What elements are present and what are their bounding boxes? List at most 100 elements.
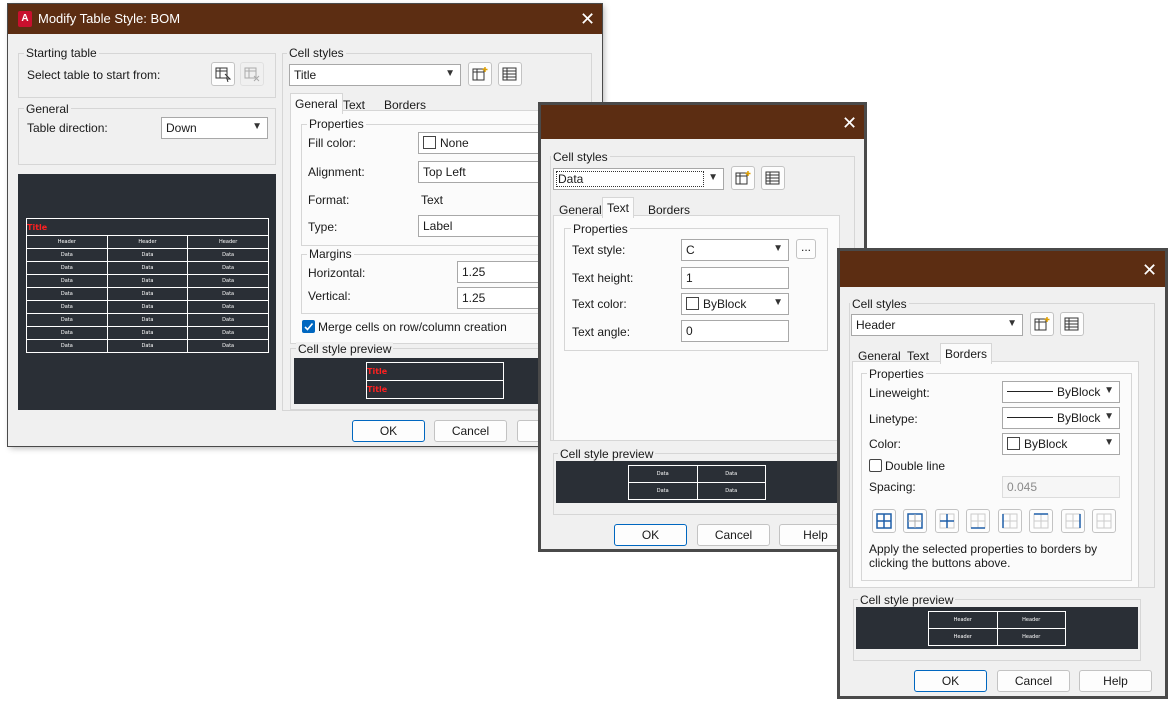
tab-borders[interactable]: Borders bbox=[380, 95, 430, 115]
type-combo[interactable]: Label bbox=[418, 215, 542, 237]
borders-tab-text[interactable]: Text bbox=[903, 346, 933, 366]
select-table-icon bbox=[215, 67, 231, 82]
main-ok-button[interactable]: OK bbox=[352, 420, 425, 442]
text-height-value: 1 bbox=[686, 271, 693, 285]
text-cell-styles-value: Data bbox=[556, 171, 704, 187]
text-manage-cell-styles-button[interactable] bbox=[761, 166, 785, 190]
spacing-label: Spacing: bbox=[869, 480, 916, 494]
borders-cell-styles-value: Header bbox=[856, 318, 896, 332]
chevron-down-icon: ▼ bbox=[1104, 411, 1114, 422]
tab-text[interactable]: Text bbox=[339, 95, 369, 115]
fill-color-combo[interactable]: None bbox=[418, 132, 542, 154]
borders-close-icon[interactable]: ✕ bbox=[1142, 261, 1157, 279]
tab-general[interactable]: General bbox=[290, 93, 343, 114]
preview-data-cell: Data bbox=[106, 248, 189, 262]
borders-ok-button[interactable]: OK bbox=[914, 670, 987, 692]
all-borders-button[interactable] bbox=[872, 509, 896, 533]
text-create-cell-style-button[interactable] bbox=[731, 166, 755, 190]
lineweight-combo[interactable]: ByBlock ▼ bbox=[1002, 381, 1120, 403]
horizontal-margin-input[interactable]: 1.25 bbox=[457, 261, 542, 283]
text-tab-text[interactable]: Text bbox=[602, 197, 635, 218]
inside-borders-button[interactable] bbox=[935, 509, 959, 533]
borders-tab-general[interactable]: General bbox=[854, 346, 905, 366]
preview-data-cell: Data bbox=[187, 274, 269, 288]
text-style-combo[interactable]: C ▼ bbox=[681, 239, 789, 261]
outside-borders-icon bbox=[907, 513, 923, 529]
apply-borders-hint: Apply the selected properties to borders… bbox=[869, 542, 1098, 570]
preview-data-cell: Data bbox=[187, 248, 269, 262]
text-cancel-button[interactable]: Cancel bbox=[697, 524, 770, 546]
line-sample bbox=[1007, 391, 1053, 392]
main-close-icon[interactable]: ✕ bbox=[580, 10, 595, 28]
merge-cells-checkbox[interactable] bbox=[302, 320, 315, 333]
border-color-text: ByBlock bbox=[1024, 437, 1068, 451]
text-close-icon[interactable]: ✕ bbox=[842, 114, 857, 132]
borders-cancel-button[interactable]: Cancel bbox=[997, 670, 1070, 692]
create-cell-style-button[interactable] bbox=[468, 62, 492, 86]
borders-preview-header-cell: Header bbox=[996, 628, 1066, 646]
preview-data-cell: Data bbox=[106, 313, 189, 327]
text-style-label: Text style: bbox=[572, 243, 626, 257]
text-angle-input[interactable]: 0 bbox=[681, 320, 789, 342]
text-ok-button[interactable]: OK bbox=[614, 524, 687, 546]
color-swatch bbox=[1007, 437, 1020, 450]
remove-table-button[interactable] bbox=[240, 62, 264, 86]
text-preview-data-cell: Data bbox=[696, 482, 766, 500]
alignment-combo[interactable]: Top Left bbox=[418, 161, 542, 183]
text-angle-label: Text angle: bbox=[572, 325, 631, 339]
text-style-browse-button[interactable]: ... bbox=[796, 239, 816, 259]
vertical-margin-input[interactable]: 1.25 bbox=[457, 287, 542, 309]
borders-cell-style-preview-label: Cell style preview bbox=[858, 593, 956, 607]
lineweight-value: ByBlock bbox=[1007, 385, 1100, 399]
borders-properties-label: Properties bbox=[867, 367, 926, 381]
linetype-value: ByBlock bbox=[1007, 411, 1100, 425]
borders-cell-styles-combo[interactable]: Header ▼ bbox=[851, 314, 1023, 336]
text-height-input[interactable]: 1 bbox=[681, 267, 789, 289]
vertical-margin-value: 1.25 bbox=[462, 291, 486, 305]
borders-preview-header-cell: Header bbox=[928, 611, 998, 629]
border-color-combo[interactable]: ByBlock ▼ bbox=[1002, 433, 1120, 455]
margins-label: Margins bbox=[307, 247, 354, 261]
text-cell-style-preview-label: Cell style preview bbox=[558, 447, 656, 461]
preview-data-cell: Data bbox=[106, 287, 189, 301]
text-preview-data-cell: Data bbox=[628, 465, 698, 483]
borders-create-cell-style-button[interactable] bbox=[1030, 312, 1054, 336]
preview-data-cell: Data bbox=[106, 261, 189, 275]
linetype-combo[interactable]: ByBlock ▼ bbox=[1002, 407, 1120, 429]
horizontal-margin-label: Horizontal: bbox=[308, 266, 366, 280]
top-border-button[interactable] bbox=[1029, 509, 1053, 533]
preview-data-cell: Data bbox=[187, 287, 269, 301]
new-cell-style-icon bbox=[472, 67, 488, 81]
borders-manage-cell-styles-button[interactable] bbox=[1060, 312, 1084, 336]
text-tab-general[interactable]: General bbox=[555, 200, 606, 220]
line-sample bbox=[1007, 417, 1053, 418]
borders-dialog: ✕ Cell styles Header ▼ General Text Bord… bbox=[837, 248, 1168, 699]
cell-styles-combo[interactable]: Title ▼ bbox=[289, 64, 461, 86]
preview-data-cell: Data bbox=[26, 248, 108, 262]
double-line-checkbox[interactable] bbox=[869, 459, 882, 472]
outside-borders-button[interactable] bbox=[903, 509, 927, 533]
text-cell-styles-combo[interactable]: Data ▼ bbox=[553, 168, 724, 190]
bottom-border-button[interactable] bbox=[966, 509, 990, 533]
select-table-button[interactable] bbox=[211, 62, 235, 86]
properties-label: Properties bbox=[307, 117, 366, 131]
borders-help-button[interactable]: Help bbox=[1079, 670, 1152, 692]
left-border-button[interactable] bbox=[998, 509, 1022, 533]
lineweight-text: ByBlock bbox=[1057, 385, 1101, 399]
manage-cell-styles-icon bbox=[1064, 317, 1079, 331]
spacing-value: 0.045 bbox=[1007, 480, 1038, 494]
no-border-button[interactable] bbox=[1092, 509, 1116, 533]
right-border-button[interactable] bbox=[1061, 509, 1085, 533]
chevron-down-icon: ▼ bbox=[773, 243, 783, 254]
text-tab-borders[interactable]: Borders bbox=[644, 200, 694, 220]
format-value[interactable]: Text bbox=[421, 193, 443, 207]
main-cancel-button[interactable]: Cancel bbox=[434, 420, 507, 442]
chevron-down-icon: ▼ bbox=[708, 172, 718, 183]
cell-style-preview: Title Title bbox=[294, 358, 538, 404]
chevron-down-icon: ▼ bbox=[773, 297, 783, 308]
manage-cell-styles-button[interactable] bbox=[498, 62, 522, 86]
text-color-combo[interactable]: ByBlock ▼ bbox=[681, 293, 789, 315]
chevron-down-icon: ▼ bbox=[1104, 385, 1114, 396]
table-direction-combo[interactable]: Down ▼ bbox=[161, 117, 268, 139]
borders-tab-borders[interactable]: Borders bbox=[940, 343, 993, 364]
